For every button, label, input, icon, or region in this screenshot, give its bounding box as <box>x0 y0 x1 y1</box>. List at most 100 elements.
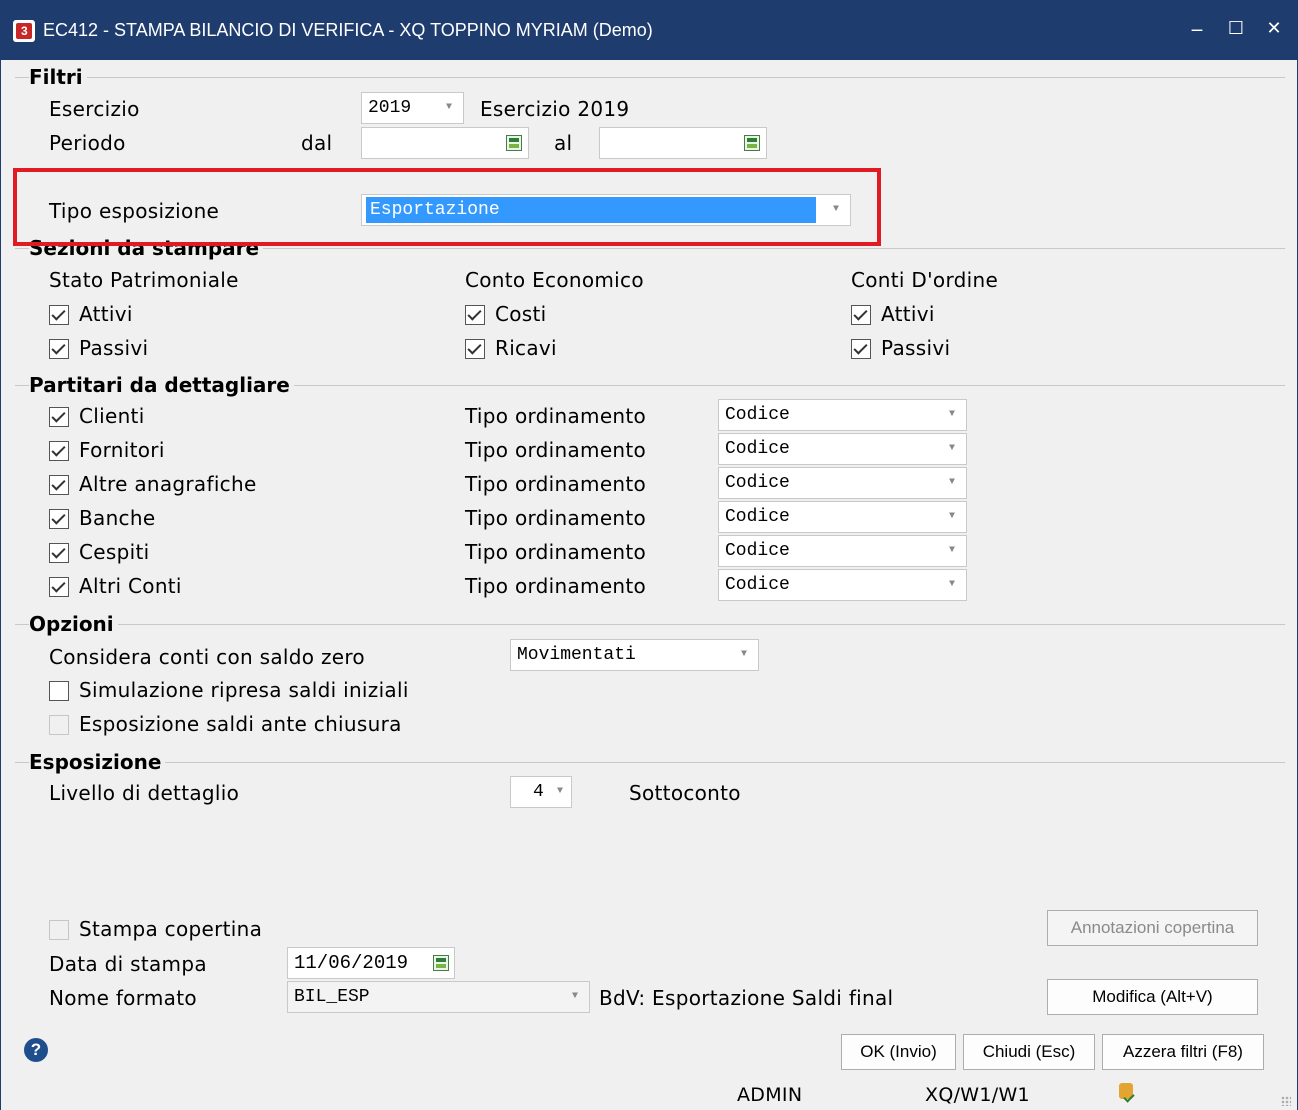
chevron-down-icon[interactable]: ▼ <box>938 502 966 532</box>
ante-chiusura-label: Esposizione saldi ante chiusura <box>79 712 402 736</box>
esercizio-select[interactable]: 2019 ▼ <box>361 92 464 124</box>
chevron-down-icon[interactable]: ▼ <box>730 640 758 670</box>
fornitori-ordinamento-select[interactable]: Codice ▼ <box>718 433 967 465</box>
nome-formato-description: BdV: Esportazione Saldi final <box>599 986 894 1010</box>
nome-formato-value: BIL_ESP <box>294 987 370 1007</box>
co-passivi-label: Passivi <box>881 336 951 360</box>
saldo-zero-select[interactable]: Movimentati ▼ <box>510 639 759 671</box>
resize-grip-icon[interactable] <box>1281 1096 1291 1106</box>
data-stampa-input[interactable]: 11/06/2019 <box>287 947 455 979</box>
close-button[interactable]: ✕ <box>1261 14 1287 44</box>
altre-anagrafiche-checkbox[interactable] <box>49 475 69 495</box>
cespiti-label: Cespiti <box>79 540 150 564</box>
section-divider <box>15 762 1285 763</box>
fornitori-label: Fornitori <box>79 438 165 462</box>
ordinamento-value: Codice <box>725 405 790 425</box>
section-divider <box>15 77 1285 78</box>
azzera-filtri-button[interactable]: Azzera filtri (F8) <box>1102 1034 1264 1070</box>
calendar-icon[interactable] <box>744 135 760 151</box>
esercizio-description: Esercizio 2019 <box>480 97 630 121</box>
clienti-ordinamento-select[interactable]: Codice ▼ <box>718 399 967 431</box>
banche-label: Banche <box>79 506 156 530</box>
altre-anagrafiche-ordinamento-select[interactable]: Codice ▼ <box>718 467 967 499</box>
modifica-button[interactable]: Modifica (Alt+V) <box>1047 979 1258 1015</box>
clienti-label: Clienti <box>79 404 145 428</box>
title-bar[interactable]: EC412 - STAMPA BILANCIO DI VERIFICA - XQ… <box>1 0 1298 60</box>
window-title: EC412 - STAMPA BILANCIO DI VERIFICA - XQ… <box>43 20 653 40</box>
banche-checkbox[interactable] <box>49 509 69 529</box>
data-stampa-label: Data di stampa <box>49 952 207 976</box>
section-partitari-title: Partitari da dettagliare <box>29 373 294 397</box>
periodo-label: Periodo <box>49 131 126 155</box>
chevron-down-icon[interactable]: ▼ <box>435 93 463 123</box>
ordinamento-label: Tipo ordinamento <box>465 540 647 564</box>
ce-costi-label: Costi <box>495 302 547 326</box>
dialog-window: EC412 - STAMPA BILANCIO DI VERIFICA - XQ… <box>0 0 1298 1110</box>
ordinamento-label: Tipo ordinamento <box>465 404 647 428</box>
stampa-copertina-checkbox[interactable] <box>49 920 69 940</box>
ordinamento-value: Codice <box>725 575 790 595</box>
saldo-zero-value: Movimentati <box>517 645 636 665</box>
section-opzioni-title: Opzioni <box>29 612 118 636</box>
ante-chiusura-checkbox[interactable] <box>49 715 69 735</box>
esercizio-value: 2019 <box>368 98 412 118</box>
simulazione-label: Simulazione ripresa saldi iniziali <box>79 678 409 702</box>
chevron-down-icon[interactable]: ▼ <box>938 536 966 566</box>
chevron-down-icon[interactable]: ▼ <box>938 468 966 498</box>
ce-ricavi-checkbox[interactable] <box>465 339 485 359</box>
co-passivi-checkbox[interactable] <box>851 339 871 359</box>
ce-costi-checkbox[interactable] <box>465 305 485 325</box>
status-user: ADMIN <box>737 1084 803 1106</box>
conti-ordine-label: Conti D'ordine <box>851 268 999 292</box>
chevron-down-icon[interactable]: ▼ <box>549 777 571 807</box>
altri-conti-label: Altri Conti <box>79 574 182 598</box>
calendar-icon[interactable] <box>433 955 449 971</box>
altri-conti-ordinamento-select[interactable]: Codice ▼ <box>718 569 967 601</box>
dal-label: dal <box>301 131 333 155</box>
ce-ricavi-label: Ricavi <box>495 336 557 360</box>
highlight-box <box>13 168 881 246</box>
nome-formato-select[interactable]: BIL_ESP ▼ <box>287 981 590 1013</box>
clienti-checkbox[interactable] <box>49 407 69 427</box>
altri-conti-checkbox[interactable] <box>49 577 69 597</box>
ordinamento-label: Tipo ordinamento <box>465 438 647 462</box>
banche-ordinamento-select[interactable]: Codice ▼ <box>718 501 967 533</box>
co-attivi-checkbox[interactable] <box>851 305 871 325</box>
ok-button[interactable]: OK (Invio) <box>841 1034 956 1070</box>
altre-anagrafiche-label: Altre anagrafiche <box>79 472 257 496</box>
minimize-button[interactable]: ‒ <box>1184 14 1210 44</box>
help-icon[interactable]: ? <box>24 1038 48 1062</box>
chevron-down-icon[interactable]: ▼ <box>938 570 966 600</box>
maximize-button[interactable]: ☐ <box>1223 14 1249 44</box>
livello-description: Sottoconto <box>629 781 741 805</box>
ordinamento-label: Tipo ordinamento <box>465 506 647 530</box>
chevron-down-icon[interactable]: ▼ <box>938 434 966 464</box>
sp-attivi-checkbox[interactable] <box>49 305 69 325</box>
cespiti-checkbox[interactable] <box>49 543 69 563</box>
fornitori-checkbox[interactable] <box>49 441 69 461</box>
chiudi-button[interactable]: Chiudi (Esc) <box>963 1034 1095 1070</box>
ordinamento-value: Codice <box>725 507 790 527</box>
section-filtri-title: Filtri <box>29 65 87 89</box>
sp-passivi-checkbox[interactable] <box>49 339 69 359</box>
ordinamento-value: Codice <box>725 439 790 459</box>
ordinamento-label: Tipo ordinamento <box>465 574 647 598</box>
annotazioni-copertina-button[interactable]: Annotazioni copertina <box>1047 910 1258 946</box>
chevron-down-icon[interactable]: ▼ <box>938 400 966 430</box>
stato-patrimoniale-label: Stato Patrimoniale <box>49 268 239 292</box>
livello-value: 4 <box>533 782 544 802</box>
simulazione-checkbox[interactable] <box>49 681 69 701</box>
chevron-down-icon[interactable]: ▼ <box>561 982 589 1012</box>
cespiti-ordinamento-select[interactable]: Codice ▼ <box>718 535 967 567</box>
periodo-dal-input[interactable] <box>361 127 529 159</box>
periodo-al-input[interactable] <box>599 127 767 159</box>
calendar-icon[interactable] <box>506 135 522 151</box>
section-esposizione-title: Esposizione <box>29 750 166 774</box>
ordinamento-label: Tipo ordinamento <box>465 472 647 496</box>
livello-select[interactable]: 4 ▼ <box>510 776 572 808</box>
saldo-zero-label: Considera conti con saldo zero <box>49 645 365 669</box>
ordinamento-value: Codice <box>725 541 790 561</box>
al-label: al <box>554 131 573 155</box>
co-attivi-label: Attivi <box>881 302 935 326</box>
sp-attivi-label: Attivi <box>79 302 133 326</box>
